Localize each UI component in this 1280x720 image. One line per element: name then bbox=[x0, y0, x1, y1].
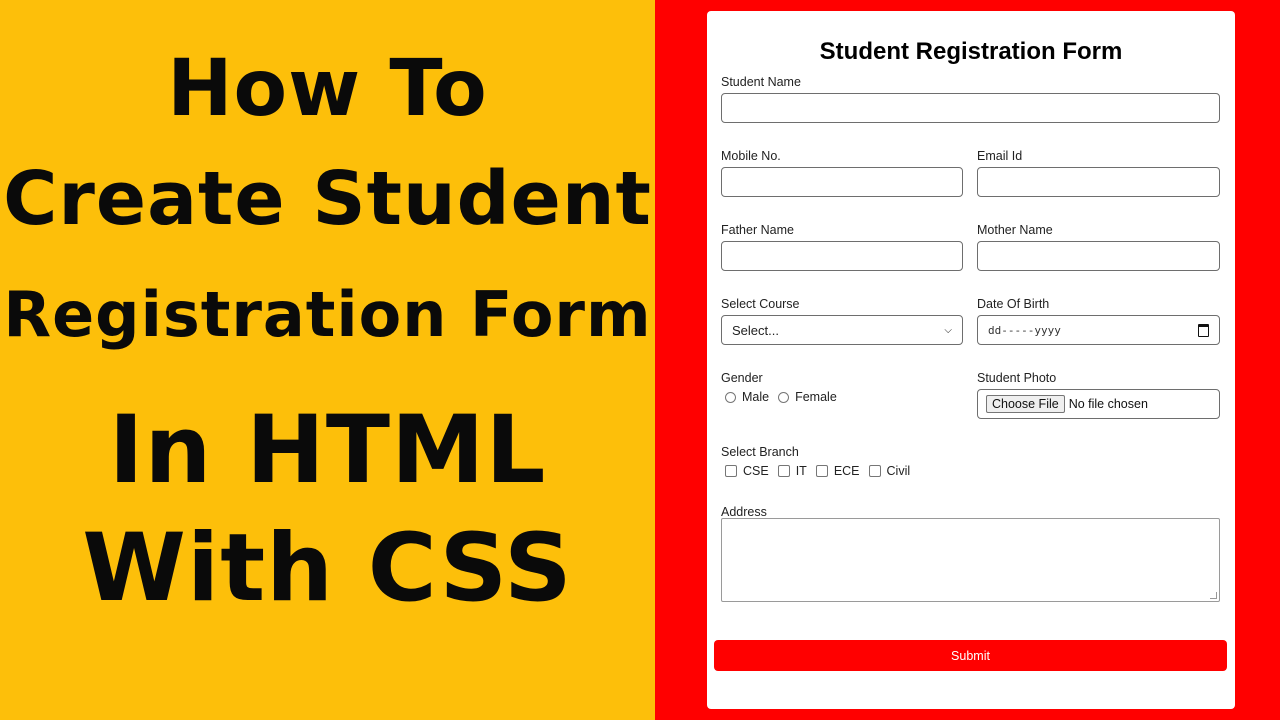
mother-name-input[interactable] bbox=[977, 241, 1220, 271]
dob-input[interactable]: dd-----yyyy bbox=[977, 315, 1220, 345]
address-textarea[interactable] bbox=[721, 518, 1220, 602]
address-label: Address bbox=[721, 505, 767, 519]
branch-checkbox-group: CSE IT ECE Civil bbox=[725, 464, 919, 478]
choose-file-button[interactable]: Choose File bbox=[986, 395, 1065, 413]
chevron-down-icon: ⌵ bbox=[944, 324, 952, 336]
headline-line-2: Create Student bbox=[3, 156, 652, 242]
mobile-label: Mobile No. bbox=[721, 149, 781, 163]
headline-line-3: Registration Form bbox=[3, 278, 652, 351]
file-status: No file chosen bbox=[1068, 397, 1148, 411]
branch-checkbox-civil[interactable] bbox=[868, 465, 881, 477]
student-name-input[interactable] bbox=[721, 93, 1220, 123]
photo-file-input[interactable]: Choose File No file chosen bbox=[977, 389, 1220, 419]
headline-line-5: With CSS bbox=[82, 514, 573, 623]
branch-checkbox-cse[interactable] bbox=[725, 465, 737, 477]
headline-line-1: How To bbox=[167, 44, 488, 134]
registration-form: Student Registration Form Student Name M… bbox=[707, 11, 1235, 709]
dob-label: Date Of Birth bbox=[977, 297, 1050, 311]
dob-placeholder: dd-----yyyy bbox=[988, 323, 1061, 337]
branch-option-cse-label[interactable]: CSE bbox=[743, 464, 769, 478]
calendar-icon[interactable] bbox=[1198, 323, 1209, 337]
father-name-label: Father Name bbox=[721, 223, 794, 237]
email-input[interactable] bbox=[977, 167, 1220, 197]
gender-option-male-label[interactable]: Male bbox=[742, 390, 769, 404]
branch-option-civil-label[interactable]: Civil bbox=[887, 464, 911, 478]
form-title: Student Registration Form bbox=[819, 38, 1123, 65]
email-label: Email Id bbox=[977, 149, 1023, 163]
course-select[interactable]: Select... ⌵ bbox=[721, 315, 963, 345]
gender-radio-male[interactable] bbox=[725, 391, 736, 403]
gender-radio-group: Male Female bbox=[725, 390, 846, 404]
branch-checkbox-ece[interactable] bbox=[815, 465, 828, 477]
headline-line-4: In HTML bbox=[108, 396, 547, 505]
mother-name-label: Mother Name bbox=[977, 223, 1053, 237]
photo-label: Student Photo bbox=[977, 371, 1057, 385]
branch-checkbox-it[interactable] bbox=[777, 465, 790, 477]
gender-option-female-label[interactable]: Female bbox=[795, 390, 837, 404]
branch-label: Select Branch bbox=[721, 445, 799, 459]
branch-option-ece-label[interactable]: ECE bbox=[834, 464, 860, 478]
course-selected-value: Select... bbox=[732, 322, 779, 338]
submit-button[interactable]: Submit bbox=[714, 640, 1227, 671]
branch-option-it-label[interactable]: IT bbox=[796, 464, 807, 478]
thumbnail-left-panel: How To Create Student Registration Form … bbox=[0, 0, 655, 720]
gender-label: Gender bbox=[721, 371, 763, 385]
mobile-input[interactable] bbox=[721, 167, 963, 197]
father-name-input[interactable] bbox=[721, 241, 963, 271]
resize-grip-icon[interactable] bbox=[1210, 592, 1217, 599]
course-label: Select Course bbox=[721, 297, 800, 311]
student-name-label: Student Name bbox=[721, 75, 801, 89]
gender-radio-female[interactable] bbox=[778, 391, 790, 403]
